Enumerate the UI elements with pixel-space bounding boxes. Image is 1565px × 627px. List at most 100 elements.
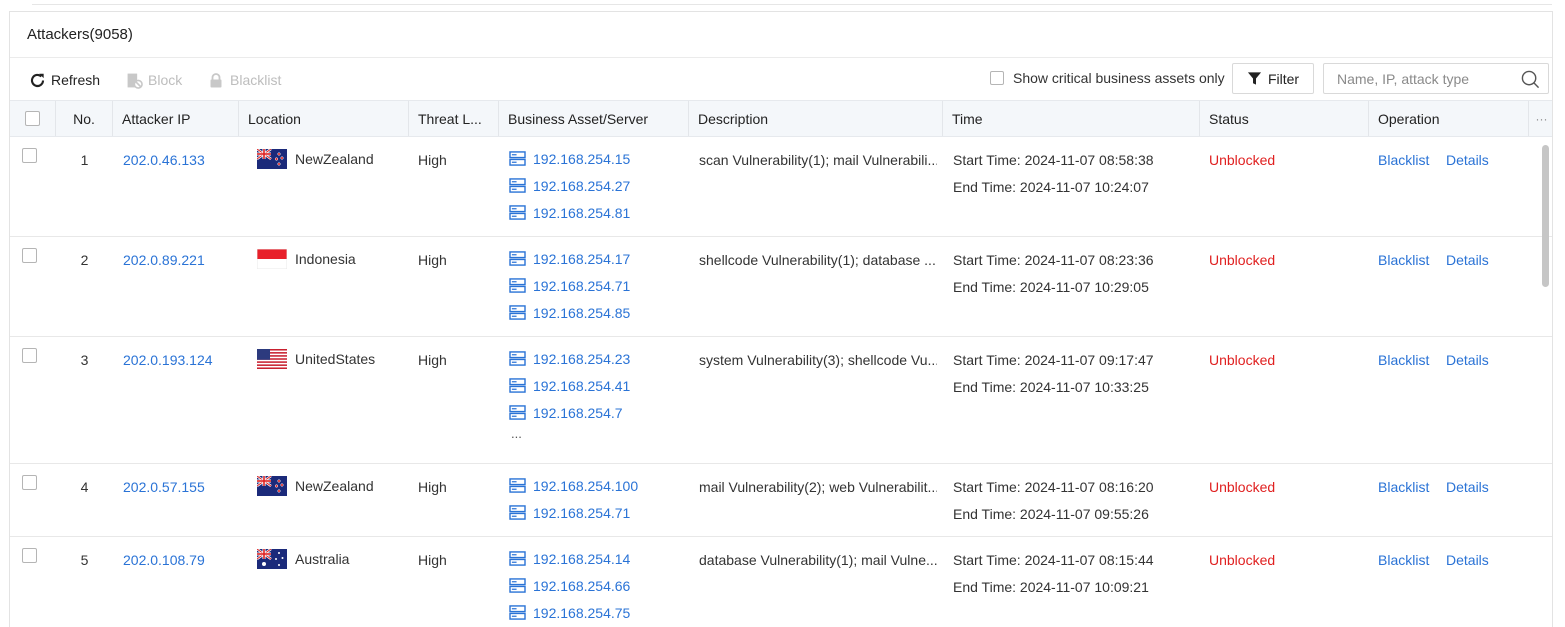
asset-ip-link[interactable]: 192.168.254.81 [533,205,630,221]
attacker-ip-link[interactable]: 202.0.46.133 [123,152,205,168]
asset-ip-link[interactable]: 192.168.254.100 [533,478,638,494]
asset-item[interactable]: 192.168.254.15 [509,145,630,172]
asset-item[interactable]: 192.168.254.17 [509,245,630,272]
asset-item[interactable]: 192.168.254.66 [509,572,630,599]
attacker-ip-link[interactable]: 202.0.193.124 [123,352,213,368]
flag-id-icon [256,248,288,270]
details-link[interactable]: Details [1446,152,1489,168]
asset-ip-link[interactable]: 192.168.254.23 [533,351,630,367]
column-header-business-asset[interactable]: Business Asset/Server [499,101,689,136]
attacker-ip-link[interactable]: 202.0.89.221 [123,252,205,268]
asset-item[interactable]: 192.168.254.7 [509,399,630,426]
refresh-label: Refresh [51,72,101,88]
asset-ip-link[interactable]: 192.168.254.7 [533,405,623,421]
block-label: Block [148,72,183,88]
blacklist-link[interactable]: Blacklist [1378,479,1429,495]
threat-level: High [418,352,447,368]
block-button[interactable]: Block [125,69,182,91]
vertical-scrollbar[interactable] [1542,145,1549,287]
block-icon [125,71,143,89]
asset-item[interactable]: 192.168.254.41 [509,372,630,399]
column-header-description[interactable]: Description [689,101,943,136]
asset-ip-link[interactable]: 192.168.254.75 [533,605,630,621]
status-badge: Unblocked [1209,479,1276,495]
refresh-button[interactable]: Refresh [28,69,100,91]
description-text: scan Vulnerability(1); mail Vulnerabili.… [699,152,937,168]
asset-item[interactable]: 192.168.254.85 [509,299,630,326]
search-icon[interactable] [1521,70,1540,89]
asset-ip-link[interactable]: 192.168.254.85 [533,305,630,321]
select-all-checkbox[interactable] [25,111,40,126]
asset-ip-link[interactable]: 192.168.254.15 [533,151,630,167]
details-link[interactable]: Details [1446,552,1489,568]
asset-ip-link[interactable]: 192.168.254.14 [533,551,630,567]
column-header-status[interactable]: Status [1200,101,1369,136]
asset-ip-link[interactable]: 192.168.254.27 [533,178,630,194]
row-number: 1 [80,152,89,168]
blacklist-link[interactable]: Blacklist [1378,352,1429,368]
asset-ip-link[interactable]: 192.168.254.17 [533,251,630,267]
asset-item[interactable]: 192.168.254.23 [509,345,630,372]
status-badge: Unblocked [1209,252,1276,268]
row-checkbox[interactable] [22,475,37,490]
column-header-time[interactable]: Time [943,101,1200,136]
critical-assets-toggle[interactable]: Show critical business assets only [990,70,1225,86]
attacker-ip-link[interactable]: 202.0.57.155 [123,479,205,495]
critical-assets-checkbox[interactable] [990,71,1004,85]
asset-item[interactable]: 192.168.254.100 [509,472,638,499]
start-time: Start Time: 2024-11-07 08:15:44 [953,552,1154,568]
table-row[interactable]: 3 202.0.193.124 UnitedStates High 192.168.25… [10,337,1552,464]
column-header-threat-level[interactable]: Threat L... [409,101,499,136]
blacklist-link[interactable]: Blacklist [1378,552,1429,568]
more-assets-indicator[interactable]: ... [509,426,630,446]
table-row[interactable]: 5 202.0.108.79 Australia High 192.168.254.14… [10,537,1552,627]
attacker-ip-link[interactable]: 202.0.108.79 [123,552,205,568]
asset-list: 192.168.254.14 192.168.254.66 192.168.254.… [509,545,630,626]
table-row[interactable]: 2 202.0.89.221 Indonesia High 192.168.254.17… [10,237,1552,337]
column-settings-icon[interactable]: ··· [1529,101,1554,136]
asset-item[interactable]: 192.168.254.71 [509,499,638,526]
server-icon [509,378,526,393]
details-link[interactable]: Details [1446,479,1489,495]
location-cell: NewZealand [256,475,374,496]
asset-item[interactable]: 192.168.254.71 [509,272,630,299]
filter-button[interactable]: Filter [1232,63,1314,94]
blacklist-button[interactable]: Blacklist [207,69,281,91]
search-input[interactable] [1324,64,1514,93]
row-checkbox[interactable] [22,148,37,163]
asset-ip-link[interactable]: 192.168.254.41 [533,378,630,394]
server-icon [509,178,526,193]
row-checkbox[interactable] [22,548,37,563]
server-icon [509,478,526,493]
column-header-location[interactable]: Location [239,101,409,136]
column-header-no[interactable]: No. [56,101,113,136]
description-text: database Vulnerability(1); mail Vulne... [699,552,937,568]
blacklist-link[interactable]: Blacklist [1378,152,1429,168]
server-icon [509,551,526,566]
asset-item[interactable]: 192.168.254.14 [509,545,630,572]
asset-item[interactable]: 192.168.254.75 [509,599,630,626]
asset-item[interactable]: 192.168.254.27 [509,172,630,199]
end-time: End Time: 2024-11-07 10:29:05 [953,279,1149,295]
details-link[interactable]: Details [1446,352,1489,368]
column-header-attacker-ip[interactable]: Attacker IP [113,101,239,136]
table-row[interactable]: 1 202.0.46.133 NewZealand High 192.168.254.1… [10,137,1552,237]
blacklist-label: Blacklist [230,72,282,88]
details-link[interactable]: Details [1446,252,1489,268]
blacklist-link[interactable]: Blacklist [1378,252,1429,268]
row-checkbox[interactable] [22,248,37,263]
asset-item[interactable]: 192.168.254.81 [509,199,630,226]
asset-ip-link[interactable]: 192.168.254.66 [533,578,630,594]
end-time: End Time: 2024-11-07 09:55:26 [953,506,1149,522]
row-checkbox[interactable] [22,348,37,363]
threat-level: High [418,252,447,268]
row-select-cell [22,148,37,166]
end-time: End Time: 2024-11-07 10:33:25 [953,379,1149,395]
title-divider [10,57,1552,58]
table-row[interactable]: 4 202.0.57.155 NewZealand High 192.168.254.1… [10,464,1552,537]
column-header-operation[interactable]: Operation [1369,101,1529,136]
server-icon [509,151,526,166]
asset-ip-link[interactable]: 192.168.254.71 [533,278,630,294]
asset-ip-link[interactable]: 192.168.254.71 [533,505,630,521]
location-cell: NewZealand [256,148,374,169]
